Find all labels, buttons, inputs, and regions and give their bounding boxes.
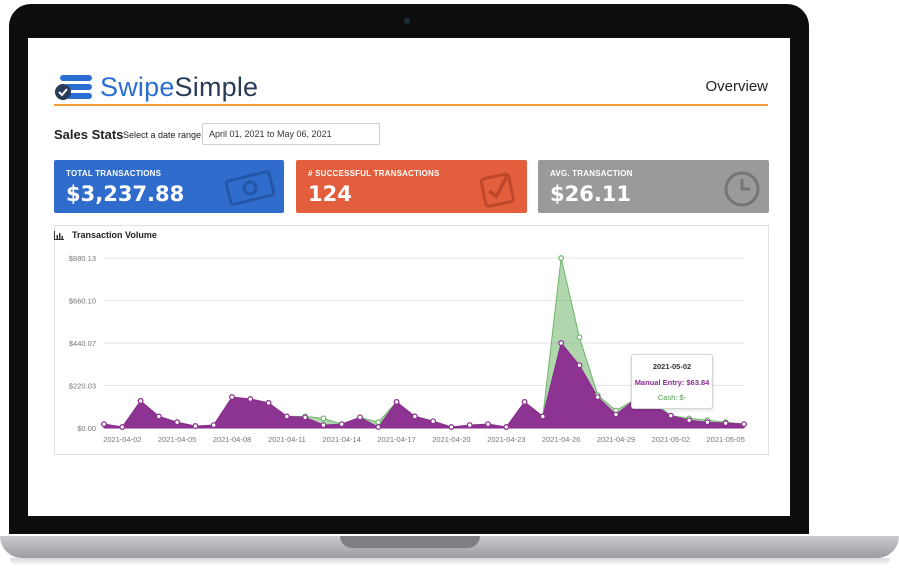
x-tick-label: 2021-04-20 bbox=[432, 435, 470, 444]
manual-entry-point bbox=[613, 411, 619, 418]
x-tick-label: 2021-04-11 bbox=[268, 435, 306, 444]
x-tick-label: 2021-04-14 bbox=[323, 435, 361, 444]
manual-entry-point bbox=[247, 396, 254, 402]
clock-icon bbox=[724, 171, 760, 207]
checkbox-icon bbox=[479, 172, 515, 208]
chart-header: Transaction Volume bbox=[54, 230, 157, 240]
tooltip-cash: Cash: $- bbox=[657, 393, 687, 402]
cash-point bbox=[558, 255, 565, 261]
manual-entry-point bbox=[393, 399, 400, 405]
brand-name-part1: Swipe bbox=[100, 72, 175, 102]
y-tick-label: $660.10 bbox=[69, 297, 96, 306]
tooltip-date: 2021-05-02 bbox=[652, 362, 692, 371]
date-range-label: Select a date range: bbox=[123, 130, 204, 140]
x-tick-label: 2021-04-26 bbox=[542, 435, 580, 444]
manual-entry-point bbox=[302, 414, 309, 421]
manual-entry-point bbox=[411, 413, 418, 420]
x-tick-label: 2021-04-17 bbox=[377, 435, 415, 444]
manual-entry-point bbox=[704, 419, 711, 426]
cash-point bbox=[320, 415, 327, 422]
tooltip-manual-entry: Manual Entry: $63.84 bbox=[634, 378, 710, 387]
brand-name: SwipeSimple bbox=[100, 72, 258, 103]
manual-entry-point bbox=[357, 414, 363, 421]
manual-entry-point bbox=[485, 421, 491, 428]
card-value: 124 bbox=[308, 182, 352, 206]
manual-entry-point bbox=[229, 394, 235, 400]
card-value: $26.11 bbox=[550, 182, 632, 206]
manual-entry-point bbox=[375, 424, 382, 430]
manual-entry-point bbox=[338, 421, 345, 428]
manual-entry-point bbox=[174, 419, 181, 426]
manual-entry-point bbox=[503, 424, 510, 430]
manual-entry-point bbox=[466, 422, 473, 429]
transaction-volume-chart[interactable]: $880.13 $660.10 $440.07 $220.03 $0.00 2021-04… bbox=[54, 248, 769, 453]
bar-chart-icon bbox=[54, 230, 64, 240]
y-tick-label: $220.03 bbox=[69, 382, 96, 391]
brand-name-part2: Simple bbox=[174, 72, 259, 102]
app-screen: SwipeSimple Overview Sales Stats Select … bbox=[28, 38, 790, 516]
manual-entry-point bbox=[448, 424, 455, 430]
manual-entry-point bbox=[265, 399, 272, 406]
x-tick-label: 2021-04-05 bbox=[158, 435, 196, 444]
successful-transactions-card[interactable]: # SUCCESSFUL TRANSACTIONS 124 bbox=[296, 160, 527, 213]
manual-entry-point bbox=[119, 424, 126, 430]
cash-point bbox=[576, 334, 583, 341]
x-tick-label: 2021-04-02 bbox=[103, 435, 141, 444]
sales-stats-title: Sales Stats bbox=[54, 127, 124, 142]
avg-transaction-card[interactable]: AVG. TRANSACTION $26.11 bbox=[538, 160, 769, 213]
manual-entry-point bbox=[558, 340, 565, 346]
manual-entry-point bbox=[320, 422, 327, 429]
manual-entry-point bbox=[667, 412, 674, 419]
manual-entry-point bbox=[137, 398, 144, 404]
manual-entry-point bbox=[594, 394, 601, 400]
laptop-notch bbox=[340, 536, 480, 548]
chart-title: Transaction Volume bbox=[72, 230, 157, 240]
laptop-shadow bbox=[10, 558, 890, 566]
total-transactions-card[interactable]: TOTAL TRANSACTIONS $3,237.88 bbox=[54, 160, 284, 213]
manual-entry-point bbox=[576, 362, 583, 369]
page-title: Overview bbox=[705, 78, 768, 95]
manual-entry-point bbox=[192, 423, 199, 429]
manual-entry-point bbox=[210, 422, 217, 429]
manual-entry-point bbox=[155, 413, 162, 420]
money-bill-icon bbox=[224, 169, 276, 207]
x-tick-label: 2021-04-29 bbox=[597, 435, 635, 444]
manual-entry-point bbox=[430, 418, 437, 425]
x-tick-label: 2021-05-02 bbox=[652, 435, 690, 444]
y-tick-label: $0.00 bbox=[77, 424, 96, 433]
y-tick-label: $880.13 bbox=[69, 254, 96, 263]
header-divider bbox=[54, 104, 768, 106]
manual-entry-point bbox=[101, 421, 107, 428]
cash-point bbox=[375, 419, 382, 426]
card-logo-icon bbox=[55, 74, 92, 100]
manual-entry-point bbox=[686, 417, 693, 424]
card-label: AVG. TRANSACTION bbox=[550, 169, 633, 178]
card-label: # SUCCESSFUL TRANSACTIONS bbox=[308, 169, 440, 178]
manual-entry-point bbox=[741, 421, 747, 428]
chart-tooltip: 2021-05-02 Manual Entry: $63.84 Cash: $- bbox=[631, 354, 713, 409]
date-range-input[interactable]: April 01, 2021 to May 06, 2021 bbox=[202, 123, 380, 145]
manual-entry-point bbox=[539, 413, 546, 420]
x-tick-label: 2021-04-23 bbox=[487, 435, 525, 444]
brand-logo[interactable]: SwipeSimple bbox=[54, 72, 258, 103]
manual-entry-point bbox=[521, 399, 528, 405]
card-label: TOTAL TRANSACTIONS bbox=[66, 169, 162, 178]
manual-entry-point bbox=[283, 413, 290, 420]
y-tick-label: $440.07 bbox=[69, 339, 96, 348]
x-tick-label: 2021-04-08 bbox=[213, 435, 251, 444]
manual-entry-point bbox=[722, 420, 729, 427]
webcam bbox=[404, 18, 410, 24]
x-tick-label: 2021-05-05 bbox=[707, 435, 745, 444]
card-value: $3,237.88 bbox=[66, 182, 185, 206]
